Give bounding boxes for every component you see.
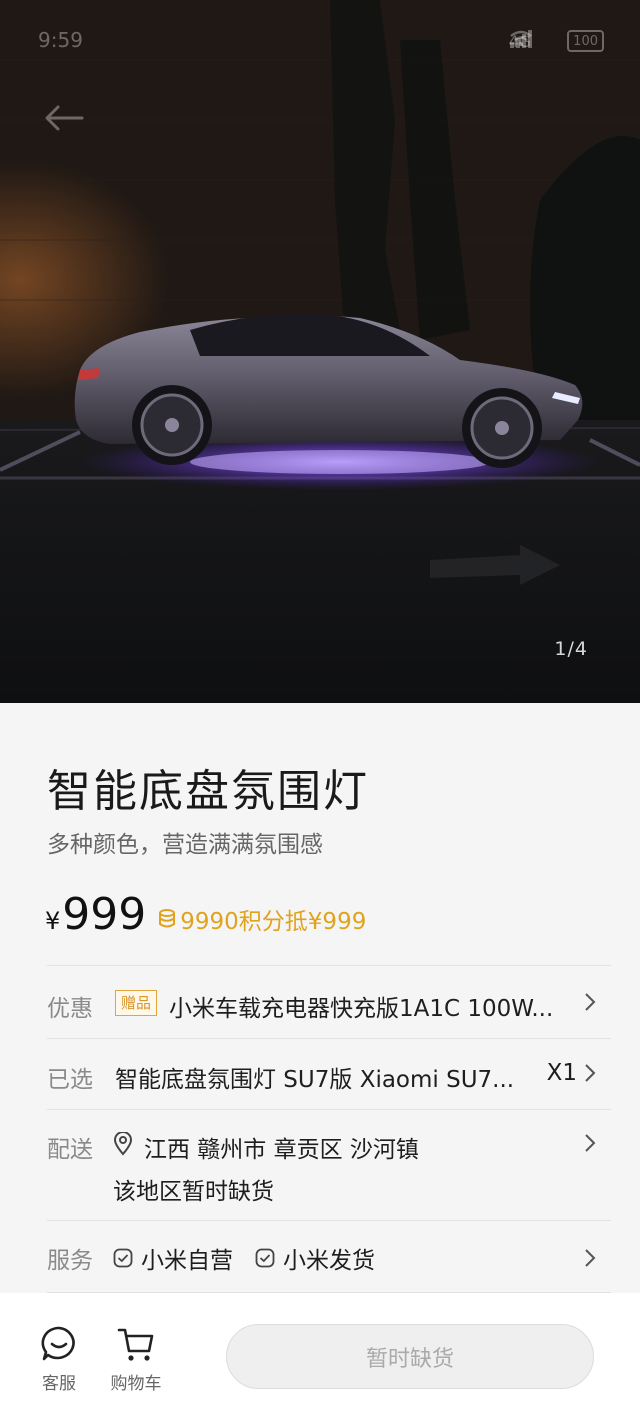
service-label: 服务 [47, 1248, 93, 1274]
rear-wheel [132, 385, 212, 465]
image-counter: 1/4 [554, 638, 588, 660]
price-value: 999 [62, 889, 147, 940]
points-text: 9990积分抵¥999 [180, 909, 367, 935]
delivery-label: 配送 [47, 1137, 93, 1163]
product-title: 智能底盘氛围灯 [47, 766, 369, 817]
stock-note: 该地区暂时缺货 [113, 1179, 274, 1205]
delivery-address: 江西 赣州市 章贡区 沙河镇 [144, 1137, 419, 1163]
cart-label: 购物车 [110, 1374, 162, 1394]
bottom-action-bar: 客服 购物车 暂时缺货 [0, 1293, 640, 1422]
selected-label: 已选 [47, 1067, 93, 1093]
location-pin-icon [113, 1131, 133, 1160]
customer-service-button[interactable]: 客服 [24, 1323, 94, 1394]
shopping-cart-icon [117, 1328, 154, 1361]
service-item-label: 小米发货 [283, 1248, 375, 1274]
customer-service-label: 客服 [42, 1374, 76, 1394]
promo-row[interactable]: 优惠 赠品 小米车载充电器快充版1A1C 100W... [47, 989, 611, 1023]
service-item: 小米自营 [113, 1241, 233, 1275]
battery-icon: 100 [567, 30, 604, 52]
delivery-row[interactable]: 配送 江西 赣州市 章贡区 沙河镇 该地区暂时缺货 [47, 1130, 611, 1210]
cart-button[interactable]: 购物车 [101, 1323, 171, 1394]
price-row: ¥ 999 9990积分抵¥999 [45, 889, 366, 940]
check-badge-icon [113, 1248, 133, 1268]
chevron-right-icon [583, 991, 597, 1017]
check-badge-icon [255, 1248, 275, 1268]
battery-level: 100 [573, 33, 598, 49]
car-photo [0, 0, 640, 703]
chevron-right-icon [583, 1247, 597, 1273]
product-image-gallery[interactable]: 9:59 4G 100 1/4 [0, 0, 640, 703]
gift-tag: 赠品 [115, 990, 158, 1016]
status-bar: 9:59 4G 100 [0, 24, 640, 60]
back-button[interactable] [44, 104, 90, 144]
service-item: 小米发货 [255, 1241, 375, 1275]
chat-bubble-icon [41, 1326, 75, 1361]
promo-label: 优惠 [47, 996, 93, 1022]
divider [47, 1220, 611, 1221]
selected-variant-row[interactable]: 已选 智能底盘氛围灯 SU7版 Xiaomi SU7... X1 [47, 1060, 611, 1094]
service-item-label: 小米自营 [141, 1248, 233, 1274]
divider [47, 1109, 611, 1110]
promo-text: 小米车载充电器快充版1A1C 100W... [169, 996, 554, 1022]
product-subtitle: 多种颜色，营造满满氛围感 [47, 832, 323, 858]
divider [47, 965, 611, 966]
out-of-stock-button[interactable]: 暂时缺货 [226, 1324, 594, 1389]
chevron-right-icon [583, 1062, 597, 1088]
selected-variant-text: 智能底盘氛围灯 SU7版 Xiaomi SU7... [115, 1067, 515, 1093]
product-info: 智能底盘氛围灯 多种颜色，营造满满氛围感 ¥ 999 9990积分抵¥999 优… [0, 703, 640, 1293]
back-arrow-icon [45, 105, 84, 131]
chevron-right-icon [583, 1132, 597, 1158]
quantity-label: X1 [546, 1060, 577, 1086]
points-offer: 9990积分抵¥999 [158, 902, 366, 936]
front-wheel [462, 388, 542, 468]
service-row[interactable]: 服务 小米自营 小米发货 [47, 1241, 611, 1275]
status-time: 9:59 [38, 28, 83, 52]
divider [47, 1038, 611, 1039]
price-currency: ¥ [45, 907, 61, 935]
coin-stack-icon [159, 909, 176, 928]
